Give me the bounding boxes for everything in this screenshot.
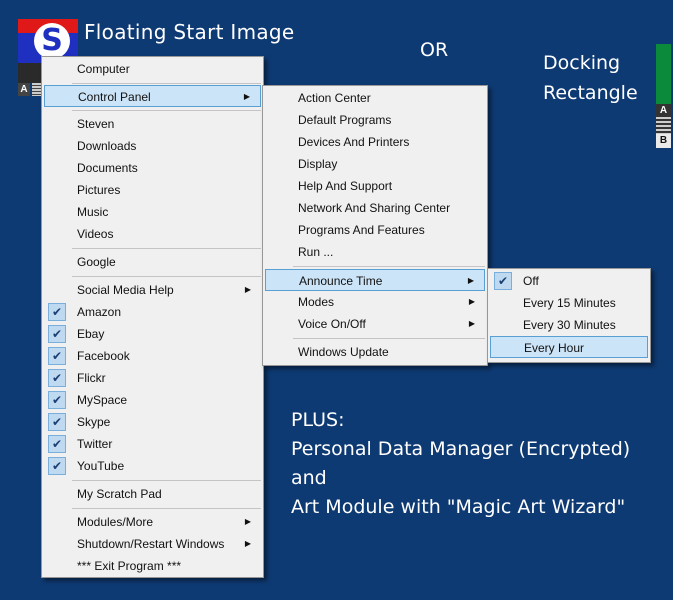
check-icon: ✔ bbox=[48, 347, 66, 365]
menu-item-social-media-help[interactable]: Social Media Help ▶ bbox=[44, 279, 261, 301]
menu-separator bbox=[72, 508, 261, 509]
menu-item-youtube[interactable]: ✔ YouTube bbox=[44, 455, 261, 477]
menu-item-ebay[interactable]: ✔ Ebay bbox=[44, 323, 261, 345]
menu-item-music[interactable]: Music bbox=[44, 201, 261, 223]
submenu-arrow-icon: ▶ bbox=[467, 276, 474, 285]
plus-features-text: PLUS: Personal Data Manager (Encrypted) … bbox=[291, 406, 630, 522]
menu-item-devices-printers[interactable]: Devices And Printers bbox=[265, 131, 485, 153]
start-s-logo-icon: S bbox=[34, 23, 70, 59]
docking-label-line2: Rectangle bbox=[543, 82, 638, 104]
menu-item-shutdown-restart[interactable]: Shutdown/Restart Windows ▶ bbox=[44, 533, 261, 555]
check-icon: ✔ bbox=[48, 325, 66, 343]
check-icon: ✔ bbox=[48, 413, 66, 431]
announce-time-submenu: ✔ Off Every 15 Minutes Every 30 Minutes E… bbox=[487, 268, 651, 363]
menu-separator bbox=[293, 266, 485, 267]
dock-grip-icon[interactable] bbox=[656, 117, 671, 134]
menu-item-display[interactable]: Display bbox=[265, 153, 485, 175]
control-panel-submenu: Action Center Default Programs Devices A… bbox=[262, 85, 488, 366]
menu-item-default-programs[interactable]: Default Programs bbox=[265, 109, 485, 131]
submenu-arrow-icon: ▶ bbox=[468, 297, 475, 306]
menu-separator bbox=[72, 480, 261, 481]
menu-item-skype[interactable]: ✔ Skype bbox=[44, 411, 261, 433]
menu-item-amazon[interactable]: ✔ Amazon bbox=[44, 301, 261, 323]
submenu-arrow-icon: ▶ bbox=[244, 285, 251, 294]
menu-separator bbox=[72, 83, 261, 84]
check-icon: ✔ bbox=[48, 391, 66, 409]
submenu-arrow-icon: ▶ bbox=[244, 539, 251, 548]
main-menu: Computer Control Panel ▶ Steven Downloads… bbox=[41, 56, 264, 578]
menu-item-steven[interactable]: Steven bbox=[44, 113, 261, 135]
plus-line-1: PLUS: bbox=[291, 409, 345, 431]
menu-item-modules-more[interactable]: Modules/More ▶ bbox=[44, 511, 261, 533]
menu-item-pictures[interactable]: Pictures bbox=[44, 179, 261, 201]
menu-separator bbox=[72, 110, 261, 111]
menu-item-windows-update[interactable]: Windows Update bbox=[265, 341, 485, 363]
menu-item-announce-time[interactable]: Announce Time ▶ bbox=[265, 269, 485, 291]
menu-item-exit-program[interactable]: *** Exit Program *** bbox=[44, 555, 261, 577]
start-a-badge: A bbox=[18, 83, 30, 96]
menu-item-control-panel[interactable]: Control Panel ▶ bbox=[44, 85, 261, 107]
menu-item-videos[interactable]: Videos bbox=[44, 223, 261, 245]
dock-a-badge: A bbox=[656, 104, 671, 117]
menu-separator bbox=[293, 338, 485, 339]
menu-item-myspace[interactable]: ✔ MySpace bbox=[44, 389, 261, 411]
menu-item-modes[interactable]: Modes ▶ bbox=[265, 291, 485, 313]
plus-line-2: Personal Data Manager (Encrypted) bbox=[291, 438, 631, 460]
menu-item-facebook[interactable]: ✔ Facebook bbox=[44, 345, 261, 367]
submenu-arrow-icon: ▶ bbox=[244, 517, 251, 526]
dock-b-badge: B bbox=[656, 134, 671, 148]
check-icon: ✔ bbox=[494, 272, 512, 290]
menu-item-computer[interactable]: Computer bbox=[44, 58, 261, 80]
menu-item-scratch-pad[interactable]: My Scratch Pad bbox=[44, 483, 261, 505]
menu-item-twitter[interactable]: ✔ Twitter bbox=[44, 433, 261, 455]
check-icon: ✔ bbox=[48, 435, 66, 453]
menu-item-voice-onoff[interactable]: Voice On/Off ▶ bbox=[265, 313, 485, 335]
floating-start-label: Floating Start Image bbox=[84, 20, 295, 44]
check-icon: ✔ bbox=[48, 369, 66, 387]
menu-item-flickr[interactable]: ✔ Flickr bbox=[44, 367, 261, 389]
menu-item-network-sharing[interactable]: Network And Sharing Center bbox=[265, 197, 485, 219]
or-label: OR bbox=[420, 39, 449, 61]
menu-item-documents[interactable]: Documents bbox=[44, 157, 261, 179]
menu-item-google[interactable]: Google bbox=[44, 251, 261, 273]
plus-line-4: Art Module with "Magic Art Wizard" bbox=[291, 496, 626, 518]
check-icon: ✔ bbox=[48, 457, 66, 475]
menu-item-every-15-minutes[interactable]: Every 15 Minutes bbox=[490, 292, 648, 314]
menu-item-every-hour[interactable]: Every Hour bbox=[490, 336, 648, 358]
menu-item-off[interactable]: ✔ Off bbox=[490, 270, 648, 292]
menu-separator bbox=[72, 276, 261, 277]
docking-label-line1: Docking bbox=[543, 52, 621, 74]
submenu-arrow-icon: ▶ bbox=[243, 92, 250, 101]
docking-rectangle[interactable] bbox=[656, 44, 671, 104]
plus-line-3: and bbox=[291, 467, 327, 489]
submenu-arrow-icon: ▶ bbox=[468, 319, 475, 328]
start-image-base bbox=[18, 63, 42, 83]
menu-item-every-30-minutes[interactable]: Every 30 Minutes bbox=[490, 314, 648, 336]
menu-item-programs-features[interactable]: Programs And Features bbox=[265, 219, 485, 241]
menu-item-run[interactable]: Run ... bbox=[265, 241, 485, 263]
menu-separator bbox=[72, 248, 261, 249]
menu-item-downloads[interactable]: Downloads bbox=[44, 135, 261, 157]
menu-item-help-support[interactable]: Help And Support bbox=[265, 175, 485, 197]
check-icon: ✔ bbox=[48, 303, 66, 321]
menu-item-action-center[interactable]: Action Center bbox=[265, 87, 485, 109]
